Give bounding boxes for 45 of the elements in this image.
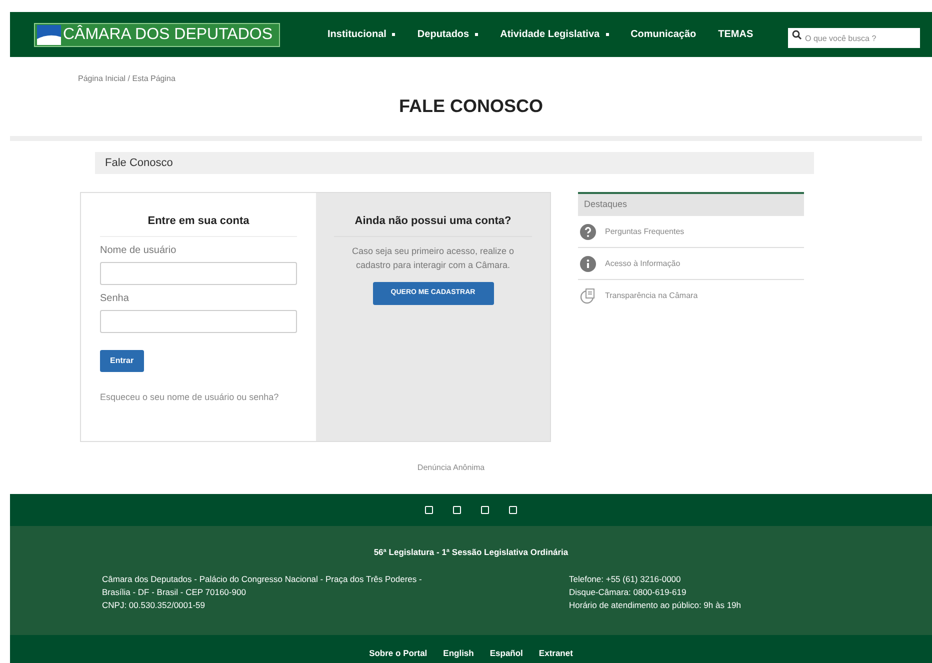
forgot-link[interactable]: Esqueceu o seu nome de usuário ou senha? xyxy=(100,392,279,402)
register-title: Ainda não possui uma conta? xyxy=(334,213,532,236)
input-field[interactable] xyxy=(100,262,297,284)
register-text: Caso seja seu primeiro acesso, realize o cadastro para interagir com a Câmara. xyxy=(350,244,516,272)
contact-line: Telefone: +55 (61) 3216-0000 xyxy=(569,572,682,586)
anonymous-report-link[interactable]: Denúncia Anônima xyxy=(417,462,485,474)
address-line: CNPJ: 00.530.352/0001-59 xyxy=(102,598,206,612)
info-icon xyxy=(580,256,596,272)
question-icon xyxy=(580,224,596,240)
highlight-link[interactable]: Transparência na Câmara xyxy=(578,280,804,312)
legislature-title: 56ª Legislatura - 1ª Sessão Legislativa Ordinária xyxy=(372,546,570,559)
nav-link[interactable]: Comunicação xyxy=(630,27,696,42)
footer-link[interactable]: Extranet xyxy=(538,646,573,660)
social-icon[interactable] xyxy=(425,506,433,514)
section-bar: Fale Conosco xyxy=(95,152,814,174)
logo-text: CÂMARA DOS DEPUTADOS xyxy=(63,24,273,44)
search-field[interactable]: O que você busca ? xyxy=(788,28,920,48)
footer-link[interactable]: Español xyxy=(490,646,523,660)
nav-link[interactable]: Atividade Legislativa xyxy=(500,27,609,42)
footer-link[interactable]: Sobre o Portal xyxy=(369,646,428,660)
search-icon xyxy=(792,30,802,40)
nav-link[interactable]: Deputados xyxy=(417,27,478,42)
address-line: Brasília - DF - Brasil - CEP 70160-900 xyxy=(102,586,247,599)
highlights-header: Destaques xyxy=(578,194,804,216)
nav-link[interactable]: TEMAS xyxy=(718,27,754,42)
footer-link[interactable]: English xyxy=(443,646,474,660)
highlight-link[interactable]: Acesso à Informação xyxy=(578,248,804,280)
page-title: FALE CONOSCO xyxy=(398,95,543,118)
nav-link[interactable]: Institucional xyxy=(328,27,396,42)
address-line: Câmara dos Deputados - Palácio do Congresso Nacional - Praça dos Três Poderes - xyxy=(102,572,423,586)
field-label: Nome de usuário xyxy=(100,244,178,258)
contact-line: Horário de atendimento ao público: 9h às 19h xyxy=(569,598,742,612)
login-title: Entre em sua conta xyxy=(100,213,297,236)
logo-icon xyxy=(37,24,61,44)
social-icon[interactable] xyxy=(481,506,489,514)
field-label: Senha xyxy=(100,292,130,306)
login-button[interactable]: Entrar xyxy=(100,350,144,372)
social-icon[interactable] xyxy=(453,506,461,514)
contact-line: Disque-Câmara: 0800-619-619 xyxy=(569,586,688,599)
social-icon[interactable] xyxy=(509,506,517,514)
highlight-link[interactable]: Perguntas Frequentes xyxy=(578,216,804,248)
breadcrumb: Página Inicial / Esta Página xyxy=(78,74,176,83)
document-icon xyxy=(580,288,596,304)
input-field[interactable] xyxy=(100,310,297,333)
logo[interactable]: CÂMARA DOS DEPUTADOS xyxy=(34,22,280,46)
